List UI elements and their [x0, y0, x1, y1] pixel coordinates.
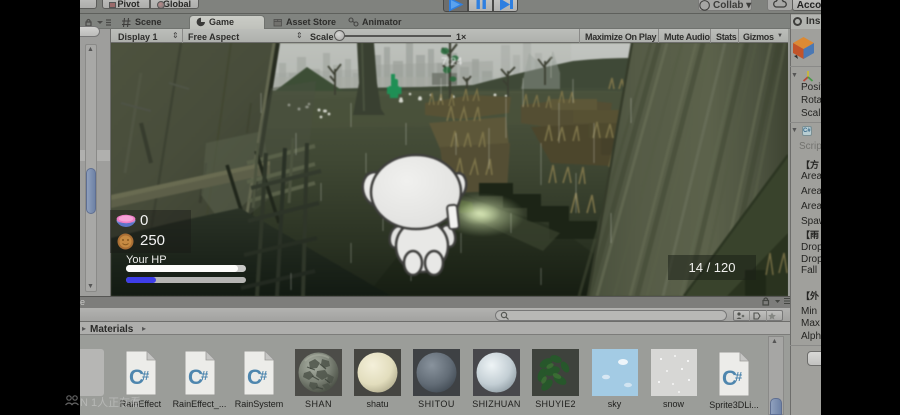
svg-text:#: # — [142, 368, 150, 383]
svg-text:#: # — [260, 368, 268, 383]
svg-text:#: # — [735, 369, 743, 384]
svg-text:#: # — [201, 368, 209, 383]
svg-text:7:24: 7:24 — [441, 56, 462, 68]
